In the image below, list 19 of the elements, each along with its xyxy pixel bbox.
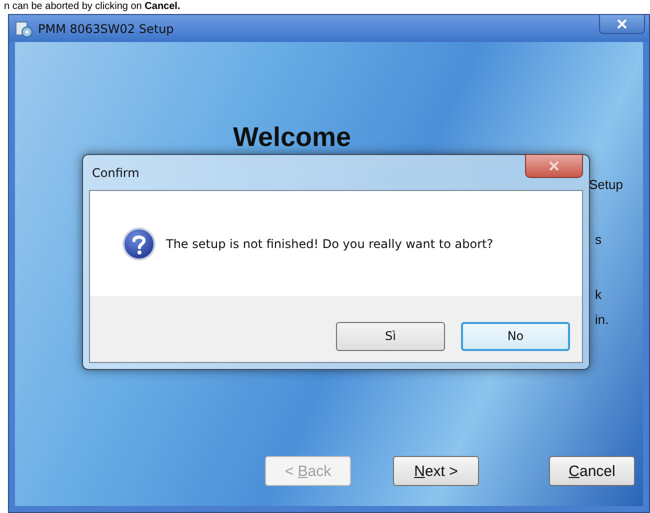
cancel-button[interactable]: Cancel	[549, 456, 635, 486]
welcome-heading: Welcome	[233, 122, 352, 153]
close-icon	[617, 19, 627, 29]
dialog-message: The setup is not finished! Do you really want to abort?	[166, 236, 494, 250]
close-icon	[549, 161, 559, 171]
close-button[interactable]	[599, 14, 645, 34]
partial-text: in.	[595, 312, 609, 327]
yes-button[interactable]: Sì	[336, 322, 445, 350]
partial-text: Setup	[589, 177, 623, 192]
next-button[interactable]: Next >	[393, 456, 479, 486]
dialog-title: Confirm	[91, 166, 140, 180]
installer-icon	[15, 20, 33, 38]
no-button[interactable]: No	[461, 322, 570, 350]
partial-text: k	[595, 287, 602, 302]
window-title: PMM 8063SW02 Setup	[38, 22, 174, 36]
question-icon	[122, 226, 156, 260]
close-button[interactable]	[525, 154, 583, 178]
caption-text: n can be aborted by clicking on Cancel.	[3, 0, 182, 14]
partial-text: s	[595, 232, 602, 247]
